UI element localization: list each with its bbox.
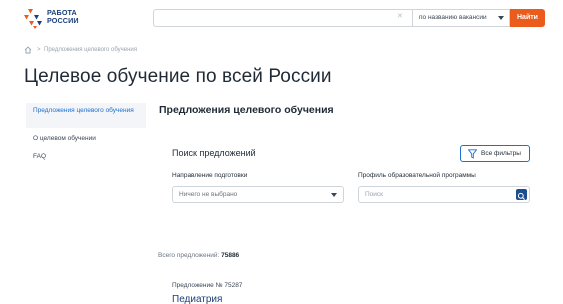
logo-mark-icon	[24, 9, 42, 29]
breadcrumb-current: Предложения целевого обучения	[44, 47, 138, 53]
filter-icon	[468, 149, 477, 159]
page-title: Целевое обучение по всей России	[24, 66, 332, 87]
search-mode-label: по названию вакансии	[419, 14, 487, 21]
breadcrumb-separator: >	[37, 47, 41, 53]
direction-label: Направление подготовки	[172, 172, 248, 179]
home-icon[interactable]	[24, 46, 32, 54]
all-filters-label: Все фильтры	[481, 150, 521, 157]
search-box: по названию вакансии	[153, 9, 510, 27]
profile-label: Профиль образовательной программы	[358, 172, 476, 179]
side-nav-item-about[interactable]: О целевом обучении	[26, 131, 103, 147]
search-panel-heading: Поиск предложений	[172, 148, 256, 158]
direction-select[interactable]: Ничего не выбрано	[172, 186, 344, 203]
close-icon[interactable]: ✕	[397, 13, 403, 21]
profile-search-input[interactable]	[359, 187, 509, 202]
total-offers-count: 75886	[221, 252, 240, 259]
direction-select-value: Ничего не выбрано	[179, 191, 238, 198]
side-nav-item-faq[interactable]: FAQ	[26, 149, 53, 165]
profile-search-box	[358, 186, 530, 203]
profile-search-button[interactable]	[516, 189, 527, 200]
search-button[interactable]: Найти	[510, 9, 545, 27]
search-input[interactable]	[154, 10, 412, 26]
chevron-down-icon	[498, 16, 504, 20]
search-icon	[517, 192, 525, 200]
offer-title[interactable]: Педиатрия	[172, 294, 222, 304]
offer-number: Предложение № 75287	[172, 282, 243, 289]
logo-text: РАБОТА РОССИИ	[47, 8, 79, 26]
logo[interactable]: РАБОТА РОССИИ	[24, 5, 84, 33]
side-nav-item-offers[interactable]: Предложения целевого обучения	[26, 103, 146, 128]
total-offers: Всего предложений: 75886	[158, 252, 239, 259]
header: РАБОТА РОССИИ по названию вакансии ✕ Най…	[0, 0, 563, 38]
search-mode-select[interactable]: по названию вакансии	[412, 10, 510, 26]
total-offers-label: Всего предложений:	[158, 252, 220, 259]
section-title: Предложения целевого обучения	[159, 104, 334, 116]
chevron-down-icon	[331, 193, 337, 197]
all-filters-button[interactable]: Все фильтры	[460, 145, 530, 162]
